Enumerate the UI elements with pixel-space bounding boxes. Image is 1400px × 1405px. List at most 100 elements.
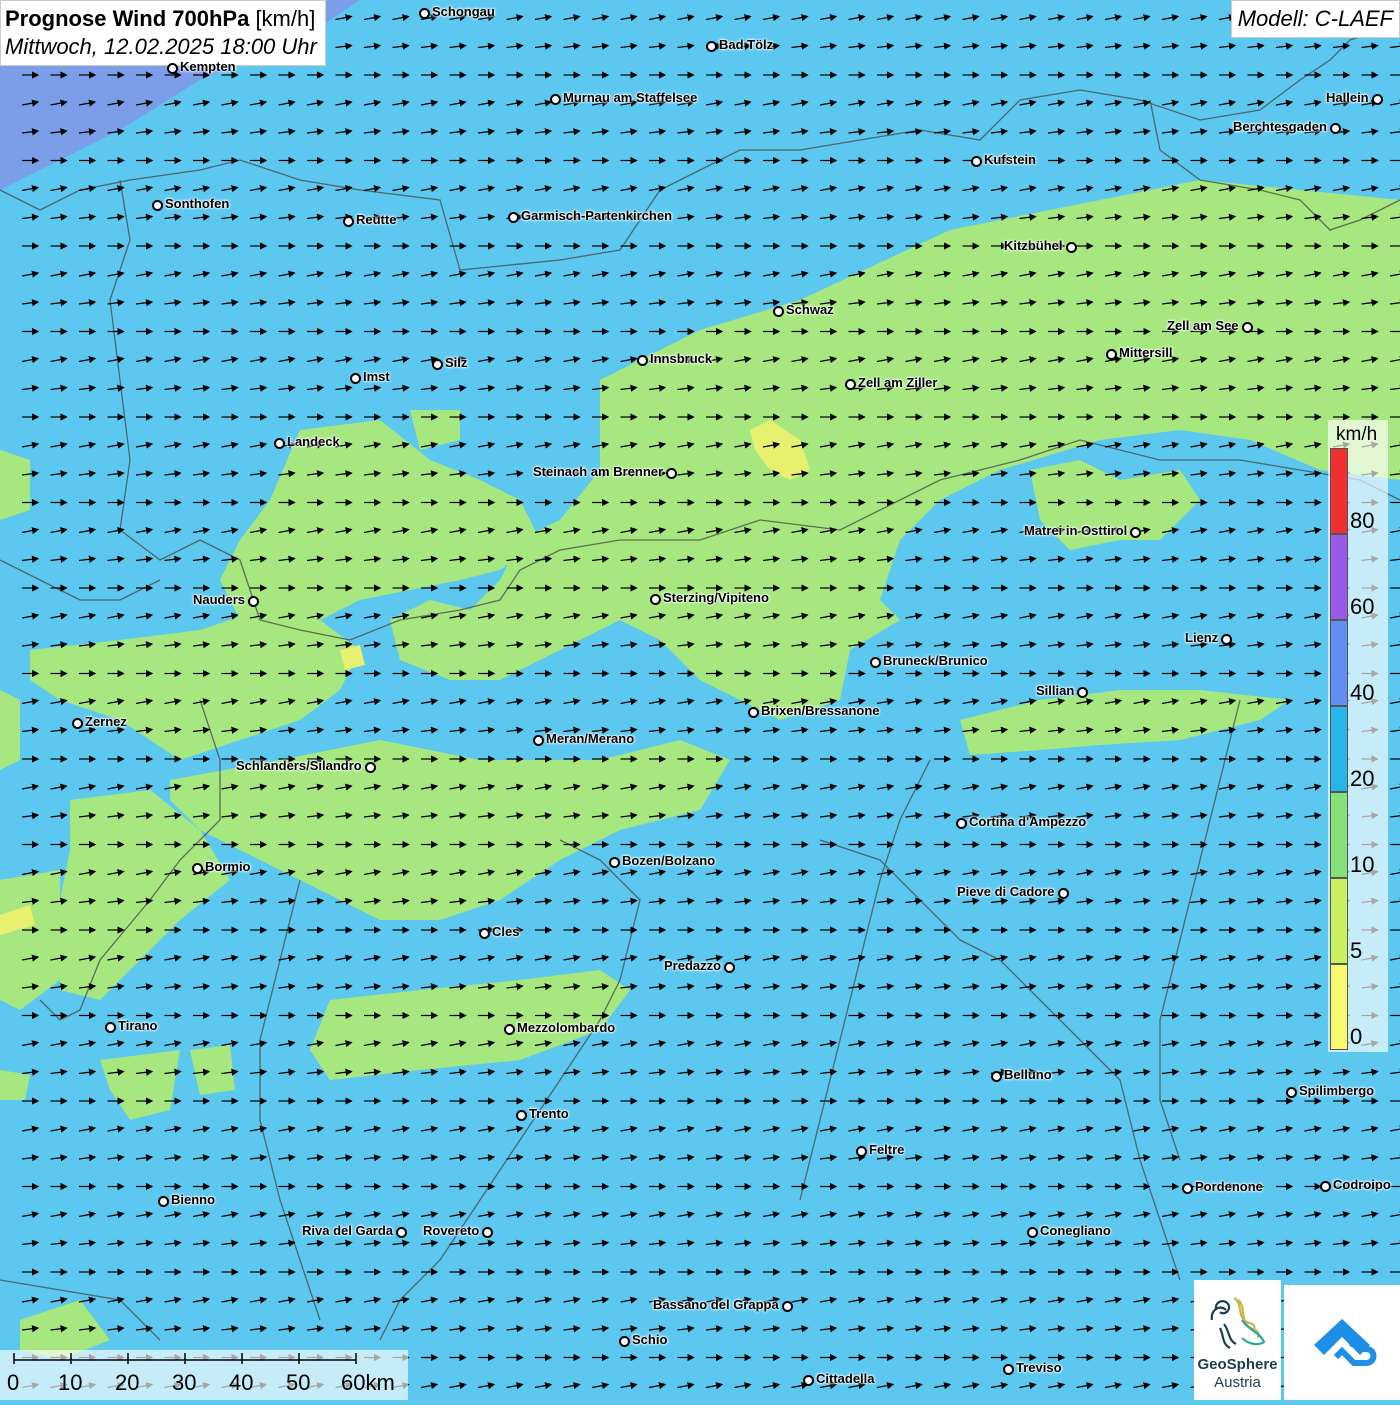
title-box: Prognose Wind 700hPa [km/h] Mittwoch, 12… [0,0,326,66]
city-label: Schio [632,1332,668,1347]
city-marker-icon [192,863,203,874]
city-marker-icon [650,594,661,605]
city-label: Pieve di Cadore [957,884,1055,899]
city-label: Hallein [1326,90,1369,105]
color-legend: km/h 80 60 40 20 10 5 0 [1328,420,1388,1052]
city-label: Mezzolombardo [517,1020,616,1035]
city-label: Rovereto [423,1223,480,1238]
city-label: Bozen/Bolzano [622,853,716,868]
city-label: Zernez [85,714,127,729]
city-marker-icon [803,1375,814,1386]
city-marker-icon [666,468,677,479]
scale-label: 60km [341,1370,395,1395]
city-marker-icon [105,1022,116,1033]
city-marker-icon [1027,1227,1038,1238]
city-marker-icon [274,438,285,449]
city-marker-icon [870,657,881,668]
city-marker-icon [619,1336,630,1347]
city-marker-icon [748,707,759,718]
legend-label: 10 [1350,852,1375,877]
city-marker-icon [1320,1181,1331,1192]
city-label: Trento [529,1106,569,1121]
city-label: Meran/Merano [546,731,635,746]
city-label: Cles [492,924,520,939]
city-label: Kempten [180,59,236,74]
legend-label: 0 [1350,1024,1363,1049]
scale-label: 50 [286,1370,311,1395]
map-title: Prognose Wind 700hPa [5,6,250,31]
city-marker-icon [1130,527,1141,538]
legend-swatch-20-40 [1330,706,1348,792]
city-label: Sonthofen [165,196,230,211]
city-label: Schwaz [786,302,834,317]
scale-label: 20 [115,1370,140,1395]
city-label: Innsbruck [650,351,713,366]
city-marker-icon [637,355,648,366]
city-label: Zell am See [1167,318,1239,333]
legend-swatch-0-5 [1330,964,1348,1050]
city-marker-icon [158,1196,169,1207]
city-label: Bienno [171,1192,216,1207]
city-marker-icon [1058,888,1069,899]
city-label: Matrei in Osttirol [1024,523,1128,538]
app-logo-icon [1314,1319,1377,1366]
city-marker-icon [482,1227,493,1238]
city-marker-icon [479,928,490,939]
city-label: Nauders [193,592,246,607]
city-label: Garmisch-Partenkirchen [521,208,673,223]
city-label: Treviso [1016,1360,1062,1375]
city-label: Predazzo [664,958,722,973]
scale-label: 30 [172,1370,197,1395]
legend-label: 5 [1350,938,1363,963]
city-marker-icon [504,1024,515,1035]
city-label: Mittersill [1119,345,1173,360]
city-marker-icon [1182,1183,1193,1194]
city-label: Bad Tölz [719,37,774,52]
city-label: Zell am Ziller [858,375,938,390]
app-logo[interactable] [1284,1285,1400,1400]
city-label: Cortina d'Ampezzo [969,814,1087,829]
map-unit: [km/h] [255,6,316,31]
city-label: Bormio [205,859,251,874]
city-marker-icon [1077,687,1088,698]
city-marker-icon [350,373,361,384]
city-label: Feltre [869,1142,905,1157]
city-marker-icon [248,596,259,607]
city-label: Bassano del Grappa [653,1297,779,1312]
city-label: Bruneck/Brunico [883,653,988,668]
scale-label: 10 [58,1370,83,1395]
city-marker-icon [706,41,717,52]
legend-swatch-40-60 [1330,620,1348,706]
city-marker-icon [1286,1087,1297,1098]
geosphere-logo[interactable]: GeoSphere Austria [1194,1280,1281,1400]
city-marker-icon [343,216,354,227]
city-marker-icon [1066,242,1077,253]
logo-sub: Austria [1214,1374,1261,1391]
scale-bar: 0 10 20 30 40 50 60km [0,1350,408,1400]
legend-swatch-5-10 [1330,878,1348,964]
city-label: Schongau [432,4,495,19]
city-label: Cittadella [816,1371,875,1386]
city-marker-icon [1221,634,1232,645]
city-label: Steinach am Brenner [533,464,664,479]
city-marker-icon [773,306,784,317]
city-label: Silz [445,355,468,370]
city-label: Pordenone [1195,1179,1263,1194]
city-marker-icon [782,1301,793,1312]
city-marker-icon [845,379,856,390]
legend-label: 20 [1350,766,1375,791]
city-marker-icon [724,962,735,973]
city-marker-icon [396,1227,407,1238]
model-label: Modell: C-LAEF [1230,0,1400,38]
legend-swatch-60-80 [1330,534,1348,620]
city-marker-icon [533,735,544,746]
city-marker-icon [152,200,163,211]
city-marker-icon [991,1071,1002,1082]
city-marker-icon [1106,349,1117,360]
city-marker-icon [516,1110,527,1121]
legend-swatch-10-20 [1330,792,1348,878]
city-label: Codroipo [1333,1177,1391,1192]
city-label: Brixen/Bressanone [761,703,880,718]
city-label: Reutte [356,212,397,227]
city-label: Conegliano [1040,1223,1111,1238]
